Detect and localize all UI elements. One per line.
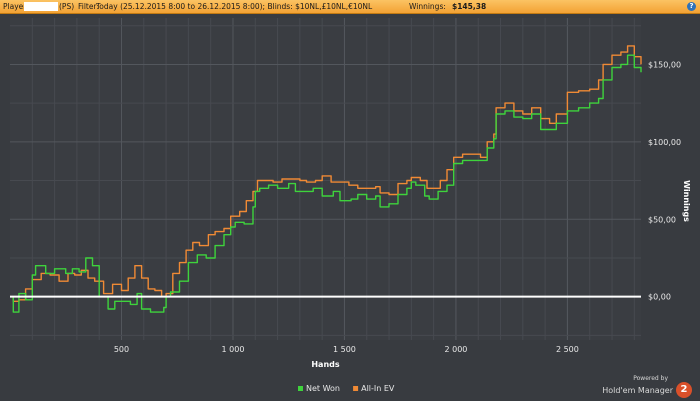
- x-tick-label: 1 500: [333, 345, 356, 354]
- y-tick-label: $100,00: [648, 138, 681, 147]
- y-tick-label: $150,00: [648, 60, 681, 69]
- y-tick-label: $50,00: [648, 215, 676, 224]
- branding: Powered by Hold'em Manager 2: [602, 375, 692, 398]
- legend-label: All-In EV: [361, 384, 395, 393]
- winnings-label: Winnings:: [409, 2, 446, 11]
- legend-label: Net Won: [306, 384, 340, 393]
- legend-swatch: [353, 386, 359, 391]
- product-name: Hold'em Manager: [602, 385, 673, 395]
- y-tick-label: $0,00: [648, 293, 671, 302]
- redacted-player-name: [24, 2, 58, 11]
- x-tick-label: 2 500: [556, 345, 579, 354]
- filter-header-bar: Player: (PS) Filter: Today (25.12.2015 8…: [0, 0, 700, 14]
- x-tick-label: 1 000: [222, 345, 245, 354]
- y-axis-title: Winnings: [682, 180, 691, 222]
- x-tick-label: 500: [114, 345, 129, 354]
- x-axis-title: Hands: [311, 360, 340, 369]
- filter-description[interactable]: Today (25.12.2015 8:00 to 26.12.2015 8:0…: [96, 0, 372, 13]
- legend-swatch: [298, 386, 303, 391]
- hem2-logo-icon: 2: [676, 382, 692, 398]
- help-icon[interactable]: ?: [687, 2, 696, 11]
- plot-area: [10, 18, 641, 340]
- winnings-value: $145,38: [452, 2, 487, 11]
- winnings-graph: 500 1 000 1 500 2 000 2 500 $0,00 $50,00 $100,0…: [10, 18, 691, 393]
- powered-by-text: Powered by: [633, 375, 668, 382]
- x-tick-label: 2 000: [444, 345, 467, 354]
- player-site-suffix: (PS): [59, 2, 75, 11]
